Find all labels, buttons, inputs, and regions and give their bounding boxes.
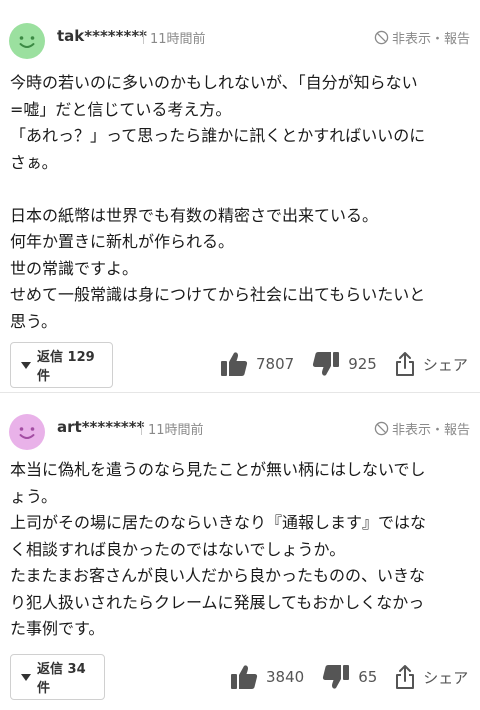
comment-line: 本当に偽札を遣うのなら見たことが無い柄にはしないでし bbox=[10, 460, 426, 479]
like-count: 7807 bbox=[256, 355, 295, 373]
dislike-count: 925 bbox=[348, 355, 377, 373]
caret-down-icon bbox=[21, 673, 31, 681]
divider bbox=[141, 421, 142, 435]
username[interactable]: art******** bbox=[57, 418, 144, 436]
comment-line: さぁ。 bbox=[10, 152, 58, 172]
comment-line: 世の常識ですよ。 bbox=[10, 258, 139, 278]
comment-body: 今時の若いのに多いのかもしれないが、「自分が知らない =嘘」だと信じている考え方… bbox=[10, 70, 472, 335]
comment-line: 何年か置きに新札が作られる。 bbox=[10, 232, 235, 251]
comment-line: たまたまお客さんが良い人だから良かったものの、いきな bbox=[10, 566, 426, 585]
reply-count: 返信 129件 bbox=[37, 350, 95, 384]
comment-actions: 7807 925 シェア bbox=[220, 351, 468, 377]
thumbs-down-icon bbox=[323, 665, 350, 689]
share-icon bbox=[396, 665, 415, 689]
avatar[interactable] bbox=[9, 414, 45, 450]
avatar[interactable] bbox=[9, 23, 45, 59]
timestamp: 11時間前 bbox=[150, 32, 206, 47]
thumbs-down-icon bbox=[313, 352, 340, 376]
comment-line: り犯人扱いされたらクレームに発展してもおかしくなかっ bbox=[10, 592, 425, 612]
thumbs-up-icon bbox=[221, 352, 248, 376]
comment-body: 本当に偽札を遣うのなら見たことが無い柄にはしないでし ょう。 上司がその場に居た… bbox=[10, 457, 472, 643]
smiley-avatar-icon bbox=[9, 414, 45, 450]
comment-line: 上司がその場に居たのならいきなり『通報します』ではな bbox=[10, 513, 427, 532]
share-icon bbox=[395, 352, 414, 376]
username[interactable]: tak******** bbox=[57, 27, 147, 45]
comment-card: tak******** 11時間前 非表示・報告 今時の若いのに多いのかもしれな… bbox=[0, 0, 480, 392]
comment-line: 今時の若いのに多いのかもしれないが、「自分が知らない bbox=[10, 73, 418, 92]
comment-line: 「あれっ？」って思ったら誰かに訊くとかすればいいのに bbox=[10, 126, 426, 145]
smiley-avatar-icon bbox=[9, 23, 45, 59]
comment-line: せめて一般常識は身につけてから社会に出てもらいたいと bbox=[10, 285, 426, 304]
hide-report-label: 非表示・報告 bbox=[391, 423, 470, 438]
comment-line: ょう。 bbox=[10, 486, 58, 506]
hide-report-button[interactable]: 非表示・報告 bbox=[374, 419, 470, 438]
like-button[interactable]: 3840 bbox=[230, 664, 304, 690]
comment-line: く相談すれば良かったのではないでしょうか。 bbox=[10, 539, 346, 559]
timestamp: 11時間前 bbox=[148, 423, 204, 438]
share-button[interactable]: シェア bbox=[395, 351, 468, 377]
comment-line: =嘘」だと信じている考え方。 bbox=[10, 99, 232, 119]
like-button[interactable]: 7807 bbox=[220, 351, 294, 377]
hide-report-label: 非表示・報告 bbox=[391, 32, 470, 47]
share-button[interactable]: シェア bbox=[395, 664, 468, 690]
comment-actions: 3840 65 シェア bbox=[230, 664, 468, 690]
block-icon bbox=[374, 30, 389, 45]
thumbs-up-icon bbox=[231, 665, 258, 689]
like-count: 3840 bbox=[266, 668, 305, 686]
dislike-button[interactable]: 65 bbox=[322, 664, 377, 690]
comment-line: 日本の紙幣は世界でも有数の精密さで出来ている。 bbox=[10, 205, 379, 225]
dislike-count: 65 bbox=[358, 668, 378, 686]
block-icon bbox=[374, 421, 389, 436]
comment-line: 思う。 bbox=[10, 311, 58, 331]
reply-button[interactable]: 返信 34件 bbox=[10, 654, 105, 700]
divider bbox=[143, 30, 144, 44]
share-label: シェア bbox=[423, 668, 469, 687]
comment-line: た事例です。 bbox=[10, 619, 105, 638]
dislike-button[interactable]: 925 bbox=[312, 351, 377, 377]
hide-report-button[interactable]: 非表示・報告 bbox=[374, 28, 470, 47]
share-label: シェア bbox=[422, 355, 468, 374]
reply-count: 返信 34件 bbox=[37, 662, 86, 696]
caret-down-icon bbox=[21, 361, 31, 369]
reply-button[interactable]: 返信 129件 bbox=[10, 342, 113, 388]
comment-card: art******** 11時間前 非表示・報告 本当に偽札を遣うのなら見たこと… bbox=[0, 392, 480, 710]
